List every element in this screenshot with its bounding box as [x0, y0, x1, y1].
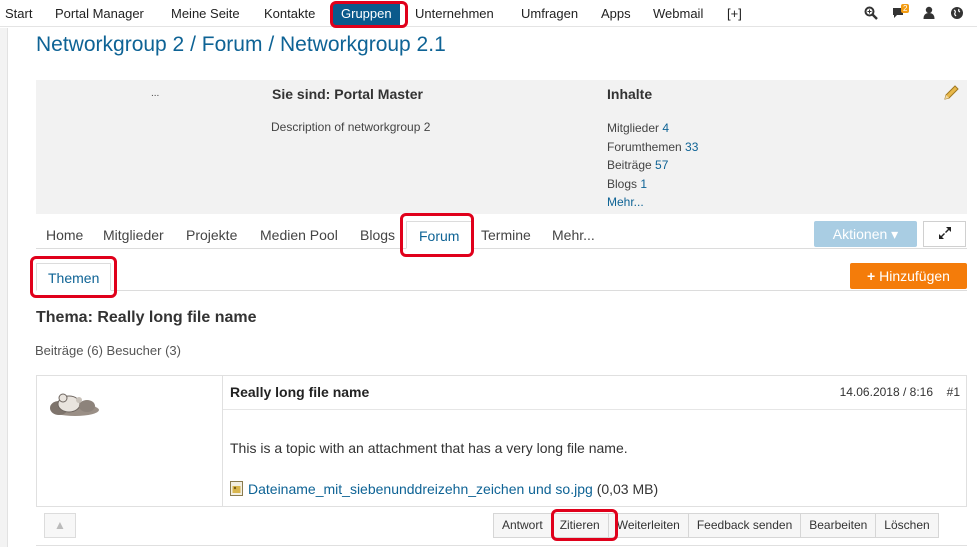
forward-button[interactable]: Weiterleiten	[607, 513, 689, 538]
breadcrumb-separator: /	[190, 33, 196, 56]
breadcrumb-networkgroup-2[interactable]: Networkgroup 2	[36, 33, 184, 56]
tab-home[interactable]: Home	[46, 221, 83, 249]
stat-forum-topics-link[interactable]: 33	[685, 140, 698, 154]
scroll-up-button[interactable]: ▲	[44, 513, 76, 538]
tab-medien-pool[interactable]: Medien Pool	[260, 221, 338, 249]
annotation-highlight-zitieren	[551, 509, 618, 541]
plus-icon: +	[867, 268, 876, 284]
expand-button[interactable]	[923, 221, 966, 247]
forum-post: Really long file name 14.06.2018 / 8:16 …	[36, 375, 967, 507]
post-author-column	[37, 376, 223, 506]
tab-termine[interactable]: Termine	[481, 221, 531, 249]
add-button-label: Hinzufügen	[879, 268, 950, 284]
nav-kontakte[interactable]: Kontakte	[264, 0, 315, 27]
post-header: Really long file name 14.06.2018 / 8:16 …	[223, 376, 966, 410]
topic-title: Thema: Really long file name	[36, 309, 257, 326]
nav-unternehmen[interactable]: Unternehmen	[415, 0, 494, 27]
nav-apps[interactable]: Apps	[601, 0, 631, 27]
user-icon[interactable]	[922, 6, 936, 20]
post-number[interactable]: #1	[947, 385, 960, 399]
pencil-icon[interactable]	[942, 84, 960, 102]
image-file-icon	[230, 481, 243, 496]
attachment-size: (0,03 MB)	[596, 481, 659, 497]
stat-forum-topics: Forumthemen 33	[607, 139, 699, 154]
avatar[interactable]	[45, 384, 101, 418]
post-date: 14.06.2018 / 8:16	[839, 385, 933, 399]
top-navigation: Start Portal Manager Meine Seite Kontakt…	[0, 0, 977, 27]
group-info-panel: ... Sie sind: Portal Master Description …	[36, 80, 967, 214]
stat-blogs-link[interactable]: 1	[640, 177, 647, 191]
stat-members: Mitglieder 4	[607, 121, 670, 135]
attachment-link[interactable]: Dateiname_mit_siebenunddreizehn_zeichen …	[248, 481, 593, 497]
post-title: Really long file name	[230, 384, 370, 400]
tab-blogs[interactable]: Blogs	[360, 221, 395, 249]
annotation-highlight-themen	[30, 256, 117, 298]
chevron-up-icon: ▲	[54, 518, 66, 532]
send-feedback-button[interactable]: Feedback senden	[687, 513, 802, 538]
divider	[36, 545, 967, 546]
reply-button[interactable]: Antwort	[493, 513, 552, 538]
expand-icon	[938, 226, 952, 241]
add-button[interactable]: + Hinzufügen	[850, 263, 967, 289]
stat-blogs: Blogs 1	[607, 176, 648, 191]
stat-posts-link[interactable]: 57	[655, 158, 668, 172]
aktionen-label: Aktionen	[832, 226, 888, 242]
breadcrumb-networkgroup-2-1: Networkgroup 2.1	[280, 33, 446, 56]
user-role: Sie sind: Portal Master	[272, 86, 423, 102]
tab-mehr[interactable]: Mehr...	[552, 221, 595, 249]
delete-button[interactable]: Löschen	[875, 513, 939, 538]
nav-meine-seite[interactable]: Meine Seite	[171, 0, 240, 27]
nav-umfragen[interactable]: Umfragen	[521, 0, 578, 27]
notification-badge: 2	[901, 4, 910, 13]
chevron-down-icon: ▾	[891, 226, 899, 242]
left-sidebar-strip	[0, 28, 8, 547]
search-icon[interactable]	[864, 6, 878, 20]
more-link[interactable]: Mehr...	[607, 195, 644, 209]
tab-mitglieder[interactable]: Mitglieder	[103, 221, 164, 249]
edit-button[interactable]: Bearbeiten	[800, 513, 877, 538]
globe-icon[interactable]	[950, 6, 964, 20]
contents-heading: Inhalte	[607, 86, 653, 102]
aktionen-button[interactable]: Aktionen ▾	[814, 221, 917, 247]
breadcrumb: Networkgroup 2 / Forum / Networkgroup 2.…	[36, 33, 446, 57]
post-body: This is a topic with an attachment that …	[230, 440, 628, 456]
nav-webmail[interactable]: Webmail	[653, 0, 703, 27]
contents-stats: Mitglieder 4 Forumthemen 33 Beiträge 57 …	[607, 119, 698, 212]
nav-portal-manager[interactable]: Portal Manager	[55, 0, 144, 27]
tab-projekte[interactable]: Projekte	[186, 221, 237, 249]
annotation-highlight-forum	[400, 213, 474, 257]
group-tabs: Home Mitglieder Projekte Medien Pool Blo…	[36, 221, 967, 249]
annotation-highlight-gruppen	[330, 1, 408, 28]
group-description: Description of networkgroup 2	[271, 120, 431, 134]
topic-counts: Beiträge (6) Besucher (3)	[35, 343, 181, 358]
forum-subtabs: Themen + Hinzufügen	[36, 263, 967, 291]
post-attachment: Dateiname_mit_siebenunddreizehn_zeichen …	[230, 481, 658, 497]
nav-more[interactable]: [+]	[727, 0, 742, 27]
breadcrumb-forum[interactable]: Forum	[202, 33, 263, 56]
stat-members-link[interactable]: 4	[662, 121, 669, 135]
stat-posts: Beiträge 57	[607, 158, 669, 172]
breadcrumb-separator: /	[268, 33, 275, 56]
nav-start[interactable]: Start	[5, 0, 32, 27]
group-logo-placeholder: ...	[151, 88, 160, 99]
